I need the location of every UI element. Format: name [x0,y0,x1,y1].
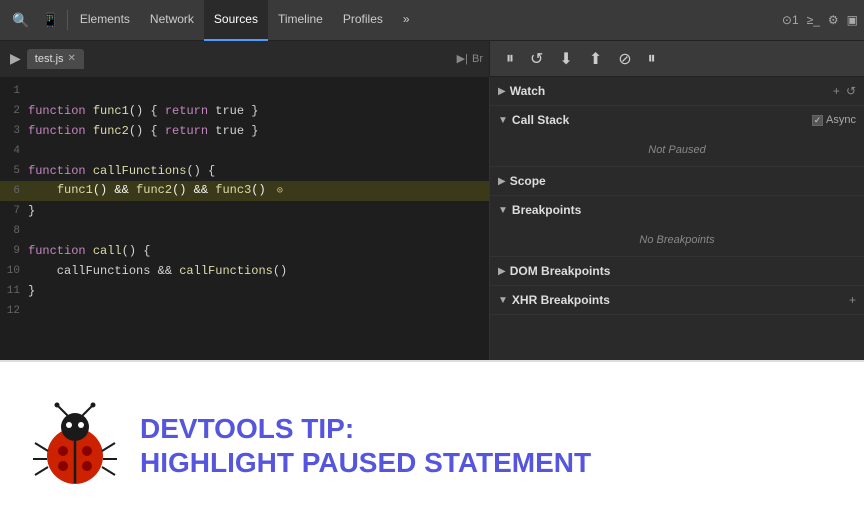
settings-button[interactable]: ⚙ [828,13,839,27]
code-line-6: 6 func1() && func2() && func3() ⊙ [0,181,489,201]
ladybug-icon [30,401,120,491]
code-line-12: 12 [0,301,489,321]
dom-breakpoints-label: DOM Breakpoints [510,264,611,278]
dom-breakpoints-header[interactable]: ▶ DOM Breakpoints [490,257,864,285]
call-stack-arrow-icon: ▼ [498,115,508,126]
xhr-breakpoints-header[interactable]: ▼ XHR Breakpoints + [490,286,864,314]
console-button[interactable]: ≥_ [807,13,820,27]
tab-network[interactable]: Network [140,0,204,41]
code-line-2: 2 function func1() { return true } [0,101,489,121]
devtools-panel: 🔍 📱 Elements Network Sources Timeline Pr… [0,0,864,360]
tab-more[interactable]: » [393,0,420,41]
play-icon[interactable]: ▶| [457,52,468,65]
xhr-breakpoints-actions: + [849,293,856,307]
tab-timeline[interactable]: Timeline [268,0,333,41]
code-line-5: 5 function callFunctions() { [0,161,489,181]
call-stack-status: Not Paused [490,138,864,162]
editor-panel-container: 1 2 function func1() { return true } 3 f… [0,77,864,360]
step-into-button[interactable]: ⬇ [555,47,576,71]
call-stack-body: Not Paused [490,134,864,166]
right-panel: ▶ Watch + ↺ ▼ Call Stack ✓ Async [490,77,864,360]
tab-profiles[interactable]: Profiles [333,0,393,41]
step-out-button[interactable]: ⬆ [585,47,606,71]
file-tab-icons: ▶| Br [451,52,489,65]
code-line-9: 9 function call() { [0,241,489,261]
breakpoints-section: ▼ Breakpoints No Breakpoints [490,196,864,257]
code-line-11: 11 } [0,281,489,301]
debug-controls: ⏸ ↺ ⬇ ⬆ ⊘ ⏸ [490,41,672,77]
watch-arrow-icon: ▶ [498,86,506,97]
scope-arrow-icon: ▶ [498,176,506,187]
file-tab-test-js[interactable]: test.js ✕ [27,49,84,69]
pause-on-exception-button[interactable]: ⏸ [644,48,660,70]
file-tab-area: ▶ test.js ✕ ▶| Br [0,41,490,77]
dom-breakpoints-section: ▶ DOM Breakpoints [490,257,864,286]
call-stack-section: ▼ Call Stack ✓ Async Not Paused [490,106,864,167]
tip-section: DevTools Tip: Highlight Paused Statement [0,360,864,530]
watch-label: Watch [510,84,546,98]
code-lines: 1 2 function func1() { return true } 3 f… [0,77,489,325]
separator [67,10,68,30]
device-icon[interactable]: 📱 [35,12,64,29]
code-line-7: 7 } [0,201,489,221]
thread-indicator[interactable]: ⊙1 [782,13,799,27]
code-line-3: 3 function func2() { return true } [0,121,489,141]
watch-section: ▶ Watch + ↺ [490,77,864,106]
tab-sources[interactable]: Sources [204,0,268,41]
xhr-breakpoints-section: ▼ XHR Breakpoints + [490,286,864,315]
call-stack-label: Call Stack [512,113,569,127]
call-stack-actions: ✓ Async [812,114,856,126]
tip-text: DevTools Tip: Highlight Paused Statement [140,412,591,479]
file-tab-label: test.js [35,53,64,65]
async-checkbox[interactable]: ✓ [812,115,823,126]
scope-label: Scope [510,174,546,188]
xhr-add-button[interactable]: + [849,293,856,307]
dom-breakpoints-arrow-icon: ▶ [498,266,506,277]
breakpoints-body: No Breakpoints [490,224,864,256]
pause-button[interactable]: ⏸ [502,48,518,70]
code-line-1: 1 [0,81,489,101]
code-line-8: 8 [0,221,489,241]
toolbar-right: ⊙1 ≥_ ⚙ ▣ [782,13,858,27]
display-button[interactable]: ▣ [847,13,858,27]
code-line-10: 10 callFunctions && callFunctions() [0,261,489,281]
xhr-breakpoints-label: XHR Breakpoints [512,293,610,307]
tab-elements[interactable]: Elements [70,0,140,41]
tip-title-line1: DevTools Tip: [140,412,591,446]
scope-header[interactable]: ▶ Scope [490,167,864,195]
run-button[interactable]: ▶ [4,50,27,67]
breakpoints-arrow-icon: ▼ [498,205,508,216]
tip-title-line2: Highlight Paused Statement [140,446,591,480]
search-icon[interactable]: 🔍 [6,12,35,29]
code-editor[interactable]: 1 2 function func1() { return true } 3 f… [0,77,490,360]
watch-actions: + ↺ [833,84,856,98]
watch-add-button[interactable]: + [833,84,840,98]
breakpoints-label: Breakpoints [512,203,581,217]
step-over-button[interactable]: ↺ [526,47,547,71]
xhr-breakpoints-arrow-icon: ▼ [498,295,508,306]
code-line-4: 4 [0,141,489,161]
debug-bar: ▶ test.js ✕ ▶| Br ⏸ ↺ ⬇ ⬆ ⊘ ⏸ [0,41,864,77]
watch-header[interactable]: ▶ Watch + ↺ [490,77,864,105]
close-tab-icon[interactable]: ✕ [68,53,76,64]
deactivate-button[interactable]: ⊘ [614,47,635,71]
async-label: ✓ Async [812,114,856,126]
breakpoints-status: No Breakpoints [490,228,864,252]
nav-toolbar: 🔍 📱 Elements Network Sources Timeline Pr… [0,0,864,41]
watch-refresh-button[interactable]: ↺ [846,84,856,98]
scope-section: ▶ Scope [490,167,864,196]
break-icon[interactable]: Br [472,53,483,65]
call-stack-header[interactable]: ▼ Call Stack ✓ Async [490,106,864,134]
breakpoints-header[interactable]: ▼ Breakpoints [490,196,864,224]
